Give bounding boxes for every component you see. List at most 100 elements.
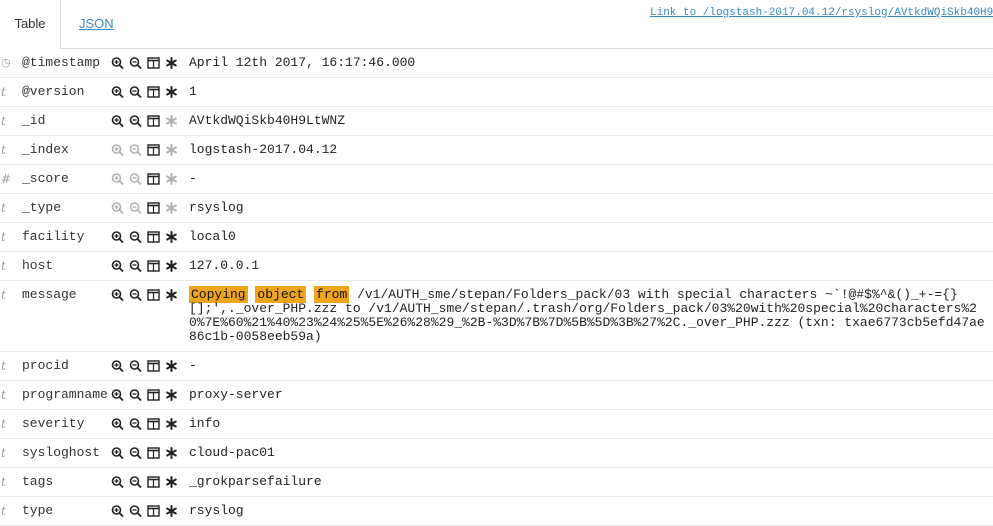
field-row-tags: t tags _grokparsefailure xyxy=(0,467,993,497)
filter-out-value-icon[interactable] xyxy=(129,172,142,186)
filter-for-value-icon[interactable] xyxy=(111,172,124,186)
field-row-message: t message Copying object from /v1/AUTH_sme… xyxy=(0,280,993,352)
clock-icon: ◷ xyxy=(1,56,11,69)
toggle-column-icon[interactable] xyxy=(147,201,160,215)
doc-viewer-tabs: Table JSON Link to /logstash-2017.04.12/… xyxy=(0,0,993,49)
field-value-text: rsyslog xyxy=(189,503,244,518)
filter-exists-icon[interactable] xyxy=(165,143,178,157)
filter-out-value-icon[interactable] xyxy=(129,143,142,157)
field-name: programname xyxy=(22,387,108,402)
filter-for-value-icon[interactable] xyxy=(111,201,124,215)
document-fields-table: ◷ @timestamp April 12th 2017, 16:17:46.000… xyxy=(0,49,993,526)
field-name: severity xyxy=(22,416,85,431)
string-type-icon: t xyxy=(1,504,6,518)
field-value-text: rsyslog xyxy=(189,200,244,215)
filter-exists-icon[interactable] xyxy=(165,114,178,128)
filter-exists-icon[interactable] xyxy=(165,446,178,460)
field-row-version: t @version 1 xyxy=(0,77,993,107)
field-value: April 12th 2017, 16:17:46.000 xyxy=(189,49,993,77)
filter-for-value-icon[interactable] xyxy=(111,230,124,244)
filter-exists-icon[interactable] xyxy=(165,359,178,373)
field-row-timestamp: ◷ @timestamp April 12th 2017, 16:17:46.000 xyxy=(0,49,993,78)
filter-exists-icon[interactable] xyxy=(165,388,178,402)
string-type-icon: t xyxy=(1,201,6,215)
filter-for-value-icon[interactable] xyxy=(111,288,124,302)
filter-out-value-icon[interactable] xyxy=(129,388,142,402)
field-name: tags xyxy=(22,474,54,489)
tab-json[interactable]: JSON xyxy=(79,0,114,48)
filter-for-value-icon[interactable] xyxy=(111,504,124,518)
filter-out-value-icon[interactable] xyxy=(129,85,142,99)
filter-out-value-icon[interactable] xyxy=(129,417,142,431)
filter-exists-icon[interactable] xyxy=(165,504,178,518)
field-value-text: info xyxy=(189,416,221,431)
toggle-column-icon[interactable] xyxy=(147,56,160,70)
string-type-icon: t xyxy=(1,85,6,99)
field-value: AVtkdWQiSkb40H9LtWNZ xyxy=(189,107,993,135)
field-name: _score xyxy=(22,171,69,186)
field-name: _index xyxy=(22,142,69,157)
filter-out-value-icon[interactable] xyxy=(129,201,142,215)
toggle-column-icon[interactable] xyxy=(147,230,160,244)
field-name: @timestamp xyxy=(22,55,101,70)
string-type-icon: t xyxy=(1,359,6,373)
toggle-column-icon[interactable] xyxy=(147,259,160,273)
field-name: sysloghost xyxy=(22,445,101,460)
filter-for-value-icon[interactable] xyxy=(111,143,124,157)
filter-exists-icon[interactable] xyxy=(165,201,178,215)
toggle-column-icon[interactable] xyxy=(147,143,160,157)
filter-for-value-icon[interactable] xyxy=(111,359,124,373)
field-value: local0 xyxy=(189,223,993,251)
filter-for-value-icon[interactable] xyxy=(111,56,124,70)
field-row-score: # _score - xyxy=(0,164,993,194)
filter-out-value-icon[interactable] xyxy=(129,56,142,70)
filter-out-value-icon[interactable] xyxy=(129,114,142,128)
filter-exists-icon[interactable] xyxy=(165,417,178,431)
filter-for-value-icon[interactable] xyxy=(111,85,124,99)
filter-out-value-icon[interactable] xyxy=(129,504,142,518)
filter-out-value-icon[interactable] xyxy=(129,230,142,244)
filter-out-value-icon[interactable] xyxy=(129,288,142,302)
filter-exists-icon[interactable] xyxy=(165,56,178,70)
filter-for-value-icon[interactable] xyxy=(111,475,124,489)
toggle-column-icon[interactable] xyxy=(147,288,160,302)
field-row-severity: t severity info xyxy=(0,409,993,439)
toggle-column-icon[interactable] xyxy=(147,504,160,518)
toggle-column-icon[interactable] xyxy=(147,172,160,186)
field-value: - xyxy=(189,165,993,193)
filter-out-value-icon[interactable] xyxy=(129,359,142,373)
toggle-column-icon[interactable] xyxy=(147,114,160,128)
field-value: 127.0.0.1 xyxy=(189,252,993,280)
filter-exists-icon[interactable] xyxy=(165,230,178,244)
toggle-column-icon[interactable] xyxy=(147,388,160,402)
tab-table[interactable]: Table xyxy=(0,0,61,49)
field-name: host xyxy=(22,258,54,273)
document-link[interactable]: Link to /logstash-2017.04.12/rsyslog/AVt… xyxy=(650,7,993,19)
toggle-column-icon[interactable] xyxy=(147,417,160,431)
toggle-column-icon[interactable] xyxy=(147,359,160,373)
filter-exists-icon[interactable] xyxy=(165,172,178,186)
filter-exists-icon[interactable] xyxy=(165,85,178,99)
filter-for-value-icon[interactable] xyxy=(111,114,124,128)
toggle-column-icon[interactable] xyxy=(147,475,160,489)
string-type-icon: t xyxy=(1,259,6,273)
toggle-column-icon[interactable] xyxy=(147,446,160,460)
field-value: Copying object from /v1/AUTH_sme/stepan/… xyxy=(189,281,993,351)
field-row-sysloghost: t sysloghost cloud-pac01 xyxy=(0,438,993,468)
field-name: _type xyxy=(22,200,62,215)
filter-out-value-icon[interactable] xyxy=(129,259,142,273)
field-value: info xyxy=(189,410,993,438)
filter-exists-icon[interactable] xyxy=(165,259,178,273)
filter-out-value-icon[interactable] xyxy=(129,475,142,489)
filter-for-value-icon[interactable] xyxy=(111,417,124,431)
filter-for-value-icon[interactable] xyxy=(111,388,124,402)
filter-for-value-icon[interactable] xyxy=(111,446,124,460)
toggle-column-icon[interactable] xyxy=(147,85,160,99)
filter-exists-icon[interactable] xyxy=(165,475,178,489)
field-value-text: - xyxy=(189,358,197,373)
filter-for-value-icon[interactable] xyxy=(111,259,124,273)
field-value-text: - xyxy=(189,171,197,186)
filter-out-value-icon[interactable] xyxy=(129,446,142,460)
field-value: _grokparsefailure xyxy=(189,468,993,496)
filter-exists-icon[interactable] xyxy=(165,288,178,302)
